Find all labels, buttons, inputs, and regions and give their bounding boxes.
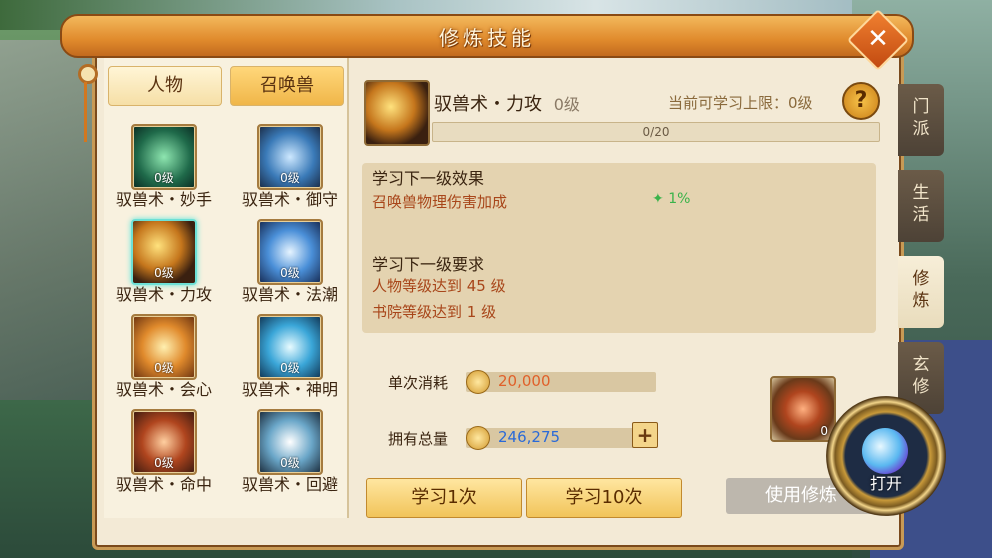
skill-level: 0级: [280, 266, 300, 280]
selected-skill-level: 0级: [553, 95, 580, 114]
skill-item[interactable]: 0级 驭兽术・法潮: [228, 213, 352, 305]
coin-icon: [466, 426, 490, 450]
green-pillar-icon: 0级: [131, 124, 197, 190]
blue-shield-icon: 0级: [257, 124, 323, 190]
skill-item[interactable]: 0级 驭兽术・会心: [102, 308, 226, 400]
skill-name: 驭兽术・妙手: [115, 190, 212, 209]
skill-item[interactable]: 0级 驭兽术・御守: [228, 118, 352, 210]
blue-wave-icon: 0级: [257, 219, 323, 285]
skill-name: 驭兽术・御守: [241, 190, 338, 209]
skill-name: 驭兽术・回避: [241, 475, 338, 494]
skill-list-pane: 人物 召唤兽 0级 驭兽术・妙手 0级 驭兽术・御守 0级 驭兽术・力攻 0级 …: [104, 58, 349, 518]
tab-summon[interactable]: 召唤兽: [230, 66, 344, 106]
open-label: 打开: [869, 474, 902, 493]
potion-icon: [862, 428, 908, 474]
skill-level: 0级: [280, 456, 300, 470]
skill-level: 0级: [154, 361, 174, 375]
skill-level: 0级: [154, 266, 174, 280]
skill-item[interactable]: 0级 驭兽术・命中: [102, 403, 226, 495]
single-cost-value: 20,000: [498, 372, 551, 390]
total-label: 拥有总量: [388, 430, 449, 448]
single-cost-bar: [466, 372, 656, 392]
side-tab-sect[interactable]: 门派: [898, 84, 944, 156]
target-sigil-icon: 0级: [131, 409, 197, 475]
skill-level: 0级: [280, 171, 300, 185]
learn-cap-text: 当前可学习上限：0级: [668, 94, 813, 112]
skill-name: 驭兽术・神明: [241, 380, 338, 399]
help-button[interactable]: ?: [842, 82, 880, 120]
selected-skill-title: 驭兽术・力攻 0级: [434, 90, 580, 116]
close-icon[interactable]: ✕: [856, 18, 900, 62]
pendant-ornament: [78, 64, 98, 84]
add-currency-button[interactable]: +: [632, 422, 658, 448]
skill-level: 0级: [154, 171, 174, 185]
cultivation-item-slot[interactable]: 0: [770, 376, 836, 442]
skill-item[interactable]: 0级 驭兽术・神明: [228, 308, 352, 400]
side-tab-life[interactable]: 生活: [898, 170, 944, 242]
skill-name: 驭兽术・法潮: [241, 285, 338, 304]
skill-progress-bar: 0/20: [432, 122, 880, 142]
skill-level: 0级: [280, 361, 300, 375]
next-req-title: 学习下一级要求: [372, 255, 485, 274]
skill-detail-pane: 驭兽术・力攻 0级 当前可学习上限：0级 ? 0/20 学习下一级效果 召唤兽物…: [356, 70, 886, 530]
learn-ten-button[interactable]: 学习10次: [526, 478, 682, 518]
skill-name: 驭兽术・会心: [115, 380, 212, 399]
tab-person[interactable]: 人物: [108, 66, 222, 106]
progress-text: 0/20: [642, 125, 670, 139]
skill-item[interactable]: 0级 驭兽术・回避: [228, 403, 352, 495]
skill-level: 0级: [154, 456, 174, 470]
selected-skill-icon: [364, 80, 430, 146]
total-value: 246,275: [498, 428, 561, 446]
skill-item[interactable]: 0级 驭兽术・妙手: [102, 118, 226, 210]
dash-runner-icon: 0级: [257, 409, 323, 475]
effect-gain: ✦ 1%: [652, 191, 690, 207]
requirement-academy: 书院等级达到 1 级: [372, 303, 497, 321]
effect-gain-value: 1%: [668, 191, 691, 207]
tassel-ornament: [84, 82, 87, 142]
item-count: 0: [820, 424, 828, 438]
arrow-up-icon: ✦: [652, 191, 669, 207]
blue-rune-icon: 0级: [257, 314, 323, 380]
effect-box: 学习下一级效果 召唤兽物理伤害加成 ✦ 1% 学习下一级要求 人物等级达到 45…: [362, 163, 876, 333]
skill-item-selected[interactable]: 0级 驭兽术・力攻: [102, 213, 226, 305]
side-tab-cultivation[interactable]: 修炼: [898, 256, 944, 328]
skill-name: 驭兽术・命中: [115, 475, 212, 494]
golden-fist-icon: 0级: [131, 219, 197, 285]
title-bar: 修炼技能: [60, 14, 914, 58]
learn-once-button[interactable]: 学习1次: [366, 478, 522, 518]
requirement-level: 人物等级达到 45 级: [372, 277, 506, 295]
next-effect-text: 召唤兽物理伤害加成: [372, 193, 508, 211]
next-effect-title: 学习下一级效果: [372, 169, 485, 188]
golden-burst-icon: 0级: [131, 314, 197, 380]
selected-skill-name: 驭兽术・力攻: [434, 94, 542, 115]
skill-name: 驭兽术・力攻: [115, 285, 212, 304]
window-title: 修炼技能: [439, 26, 535, 50]
single-cost-label: 单次消耗: [388, 374, 449, 392]
coin-icon: [466, 370, 490, 394]
total-bar: [466, 428, 656, 448]
